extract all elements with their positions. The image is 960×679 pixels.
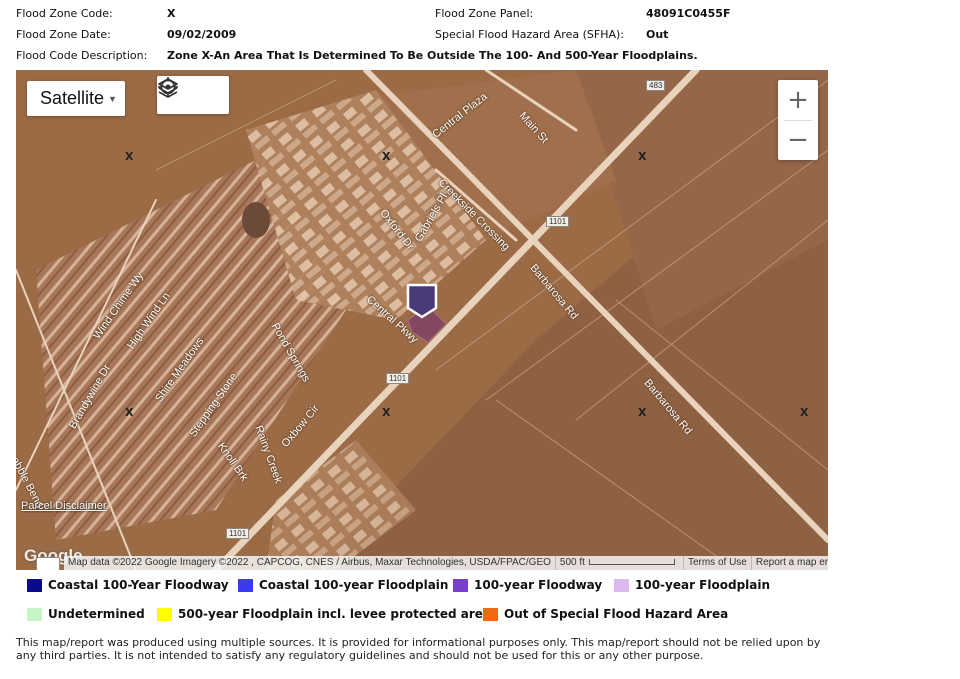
flood-zone-marker: X bbox=[638, 150, 647, 163]
legend-item-coastal-100-year-floodplain: Coastal 100-year Floodplain bbox=[238, 578, 448, 592]
legend-item-100-year-floodplain: 100-year Floodplain bbox=[614, 578, 770, 592]
highway-shield-1101: 1101 bbox=[386, 373, 410, 384]
parcel-disclaimer-link[interactable]: Parcel Disclaimer bbox=[21, 500, 107, 512]
legend-swatch bbox=[238, 578, 253, 592]
sfha-value: Out bbox=[646, 28, 669, 41]
flood-code-description-value: Zone X-An Area That Is Determined To Be … bbox=[167, 49, 698, 62]
keyboard-icon[interactable] bbox=[36, 557, 60, 570]
legend-item-out-of-sfha: Out of Special Flood Hazard Area bbox=[483, 607, 728, 621]
flood-zone-marker: X bbox=[800, 406, 809, 419]
zoom-out-icon[interactable]: − bbox=[778, 120, 818, 160]
zoom-divider bbox=[784, 120, 812, 121]
map-tools bbox=[157, 76, 229, 114]
legend-swatch bbox=[483, 607, 498, 621]
legend-item-undetermined: Undetermined bbox=[27, 607, 145, 621]
legend-swatch bbox=[27, 578, 42, 592]
legend-item-coastal-100-year-floodway: Coastal 100-Year Floodway bbox=[27, 578, 229, 592]
legend-swatch bbox=[614, 578, 629, 592]
map-scale[interactable]: 500 ft bbox=[554, 556, 683, 570]
locate-icon[interactable] bbox=[157, 76, 179, 98]
map-type-dropdown[interactable]: Satellite ▼ bbox=[27, 81, 125, 116]
disclaimer-text: This map/report was produced using multi… bbox=[16, 636, 821, 662]
flood-zone-code-value: X bbox=[167, 7, 176, 20]
flood-zone-date-label: Flood Zone Date: bbox=[16, 28, 111, 41]
flood-code-description-label: Flood Code Description: bbox=[16, 49, 148, 62]
flood-zone-date-value: 09/02/2009 bbox=[167, 28, 237, 41]
sfha-label: Special Flood Hazard Area (SFHA): bbox=[435, 28, 624, 41]
flood-zone-marker: X bbox=[382, 150, 391, 163]
map-type-label: Satellite bbox=[40, 88, 105, 108]
chevron-down-icon: ▼ bbox=[108, 93, 117, 104]
highway-shield-1101: 1101 bbox=[546, 216, 570, 227]
highway-shield-1101: 1101 bbox=[226, 528, 250, 539]
report-map-error-link[interactable]: Report a map error bbox=[750, 556, 828, 570]
zoom-controls: + − bbox=[778, 80, 818, 160]
map-attribution: Map data ©2022 Google Imagery ©2022 , CA… bbox=[68, 557, 551, 568]
location-pin-icon[interactable] bbox=[405, 282, 439, 320]
legend-item-100-year-floodway: 100-year Floodway bbox=[453, 578, 602, 592]
flood-zone-code-label: Flood Zone Code: bbox=[16, 7, 113, 20]
flood-map[interactable]: Central Plaza Main St Creekside Crossing… bbox=[16, 70, 828, 570]
highway-shield-483: 483 bbox=[646, 80, 666, 91]
terms-of-use-link[interactable]: Terms of Use bbox=[682, 556, 751, 570]
flood-zone-panel-value: 48091C0455F bbox=[646, 7, 731, 20]
legend-swatch bbox=[157, 607, 172, 621]
flood-zone-marker: X bbox=[125, 406, 134, 419]
flood-zone-marker: X bbox=[382, 406, 391, 419]
flood-zone-marker: X bbox=[125, 150, 134, 163]
legend-item-500-year-floodplain: 500-year Floodplain incl. levee protecte… bbox=[157, 607, 491, 621]
map-attribution-bar: Map data ©2022 Google Imagery ©2022 , CA… bbox=[64, 556, 828, 570]
legend-swatch bbox=[453, 578, 468, 592]
satellite-imagery bbox=[16, 70, 828, 570]
zoom-in-icon[interactable]: + bbox=[778, 80, 818, 120]
scale-bar bbox=[588, 559, 675, 566]
flood-zone-marker: X bbox=[638, 406, 647, 419]
flood-zone-panel-label: Flood Zone Panel: bbox=[435, 7, 534, 20]
legend-swatch bbox=[27, 607, 42, 621]
